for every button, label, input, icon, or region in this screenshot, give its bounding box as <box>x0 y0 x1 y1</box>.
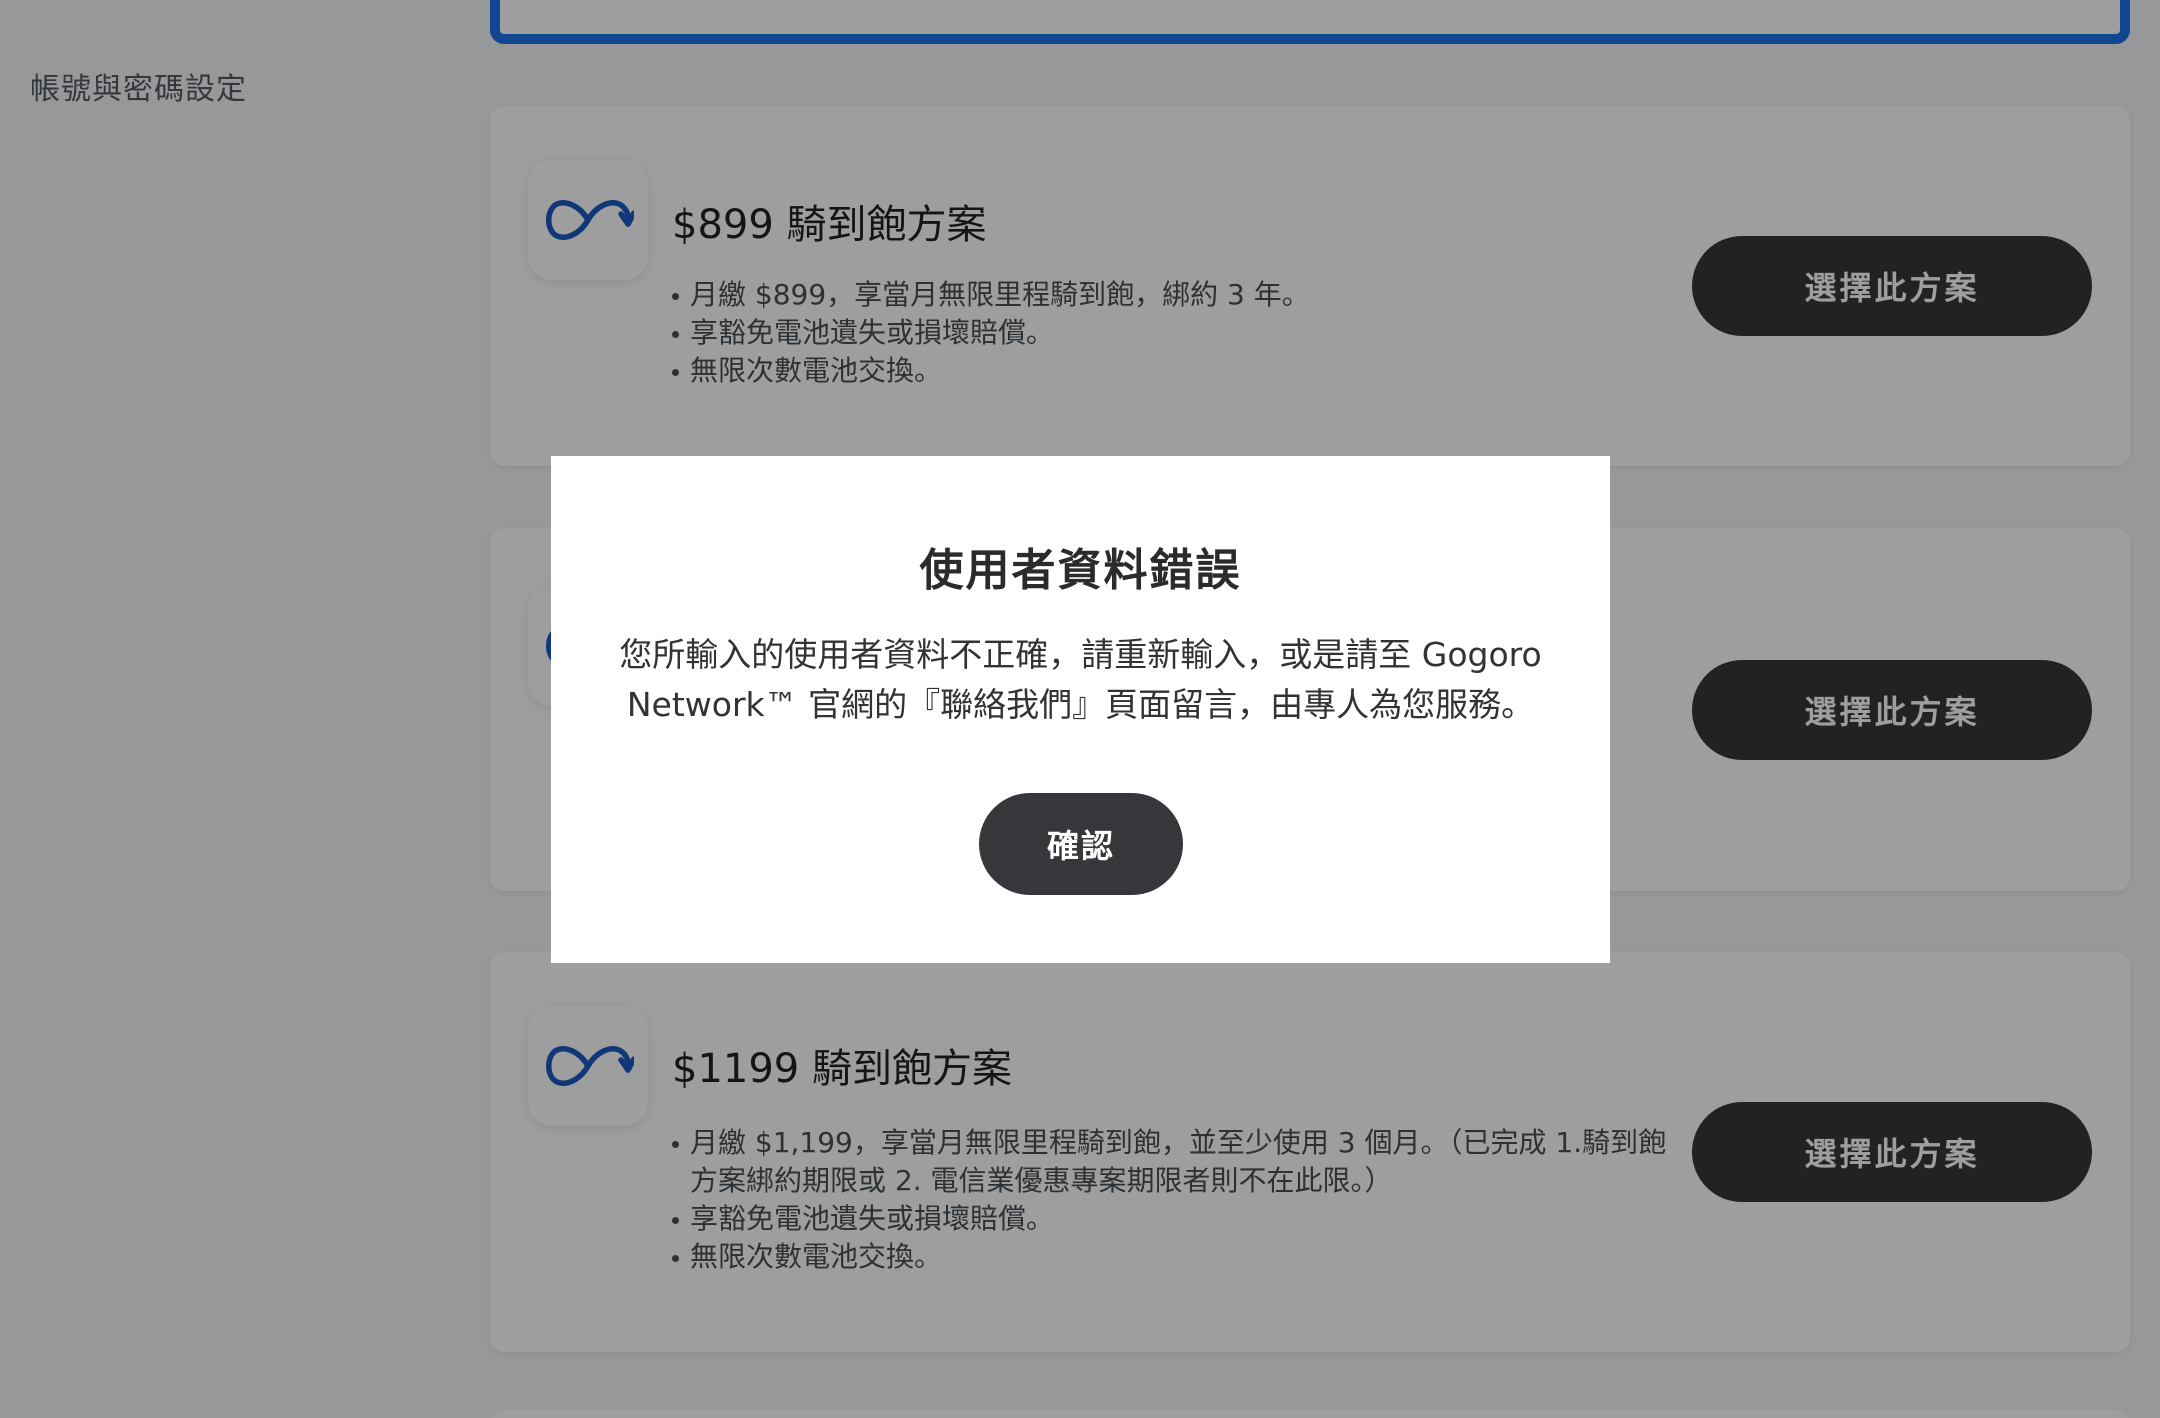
dialog-message: 您所輸入的使用者資料不正確，請重新輸入，或是請至 Gogoro Network™… <box>619 635 1542 724</box>
confirm-button[interactable]: 確認 <box>979 793 1183 895</box>
dialog-title: 使用者資料錯誤 <box>919 545 1242 596</box>
error-dialog: 使用者資料錯誤 您所輸入的使用者資料不正確，請重新輸入，或是請至 Gogoro … <box>551 456 1610 963</box>
page: 帳號與密碼設定 $899 騎到飽方案 月繳 $899，享當月無限里程騎到飽，綁約… <box>0 0 2160 1418</box>
